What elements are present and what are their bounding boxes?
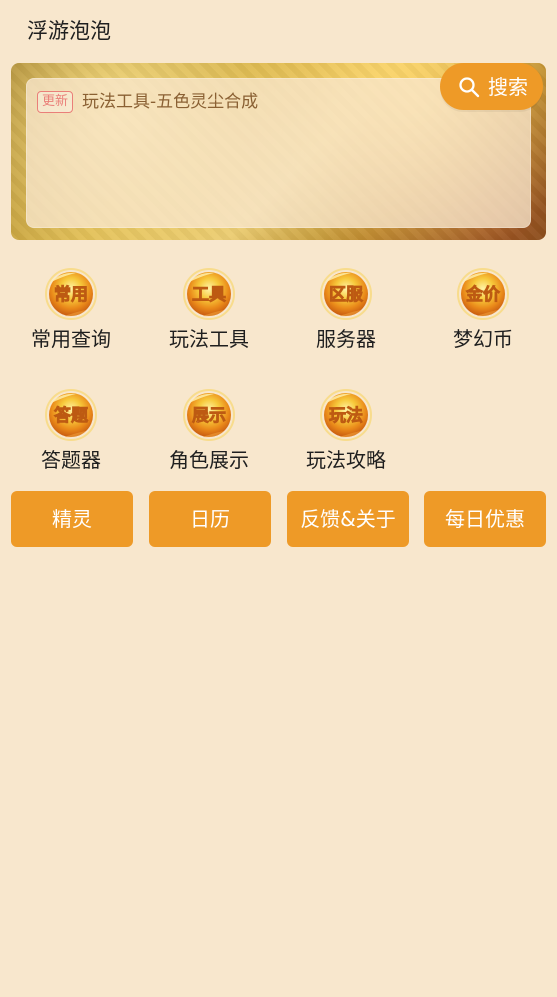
search-label: 搜索 [488, 74, 528, 99]
menu-icon-text: 金价 [465, 284, 501, 305]
menu-icon-text: 玩法 [329, 405, 363, 426]
menu-item-play-tools[interactable]: 工具 玩法工具 [149, 255, 269, 375]
menu-item-dream-coin[interactable]: 金价 梦幻币 [423, 255, 543, 375]
orb-icon: 常用 [42, 265, 100, 323]
spirit-button[interactable]: 精灵 [11, 491, 133, 547]
menu-icon-text: 工具 [192, 285, 226, 305]
menu-item-quiz[interactable]: 答题 答题器 [11, 376, 131, 496]
orb-icon: 工具 [180, 265, 238, 323]
menu-label: 玩法攻略 [306, 448, 386, 472]
orb-icon: 区服 [317, 265, 375, 323]
menu-label: 梦幻币 [453, 327, 513, 351]
search-button[interactable]: 搜索 [440, 63, 543, 110]
app-title: 浮游泡泡 [27, 19, 111, 43]
calendar-button[interactable]: 日历 [149, 491, 271, 547]
menu-item-server[interactable]: 区服 服务器 [286, 255, 406, 375]
menu-label: 服务器 [316, 327, 376, 351]
menu-item-character-showcase[interactable]: 展示 角色展示 [149, 376, 269, 496]
orb-icon: 答题 [42, 386, 100, 444]
search-icon [457, 75, 481, 99]
banner: 更新 玩法工具-五色灵尘合成 搜索 [11, 63, 546, 240]
menu-label: 答题器 [41, 448, 101, 472]
orb-icon: 金价 [454, 265, 512, 323]
menu-icon-text: 区服 [329, 285, 364, 305]
daily-deals-button[interactable]: 每日优惠 [424, 491, 546, 547]
menu-label: 玩法工具 [169, 327, 249, 351]
menu-item-common-query[interactable]: 常用 常用查询 [11, 255, 131, 375]
orb-icon: 展示 [180, 386, 238, 444]
menu-label: 常用查询 [31, 327, 111, 351]
update-badge: 更新 [37, 91, 74, 113]
orb-icon: 玩法 [317, 386, 375, 444]
notice-row[interactable]: 更新 玩法工具-五色灵尘合成 [37, 91, 258, 113]
menu-icon-text: 答题 [54, 405, 89, 426]
menu-item-strategy[interactable]: 玩法 玩法攻略 [286, 376, 406, 496]
menu-label: 角色展示 [169, 448, 249, 472]
action-row: 精灵 日历 反馈&关于 每日优惠 [11, 491, 546, 548]
notice-text[interactable]: 玩法工具-五色灵尘合成 [82, 91, 258, 113]
menu-icon-text: 常用 [54, 284, 88, 305]
menu-icon-text: 展示 [192, 406, 226, 426]
feedback-about-button[interactable]: 反馈&关于 [287, 491, 409, 547]
